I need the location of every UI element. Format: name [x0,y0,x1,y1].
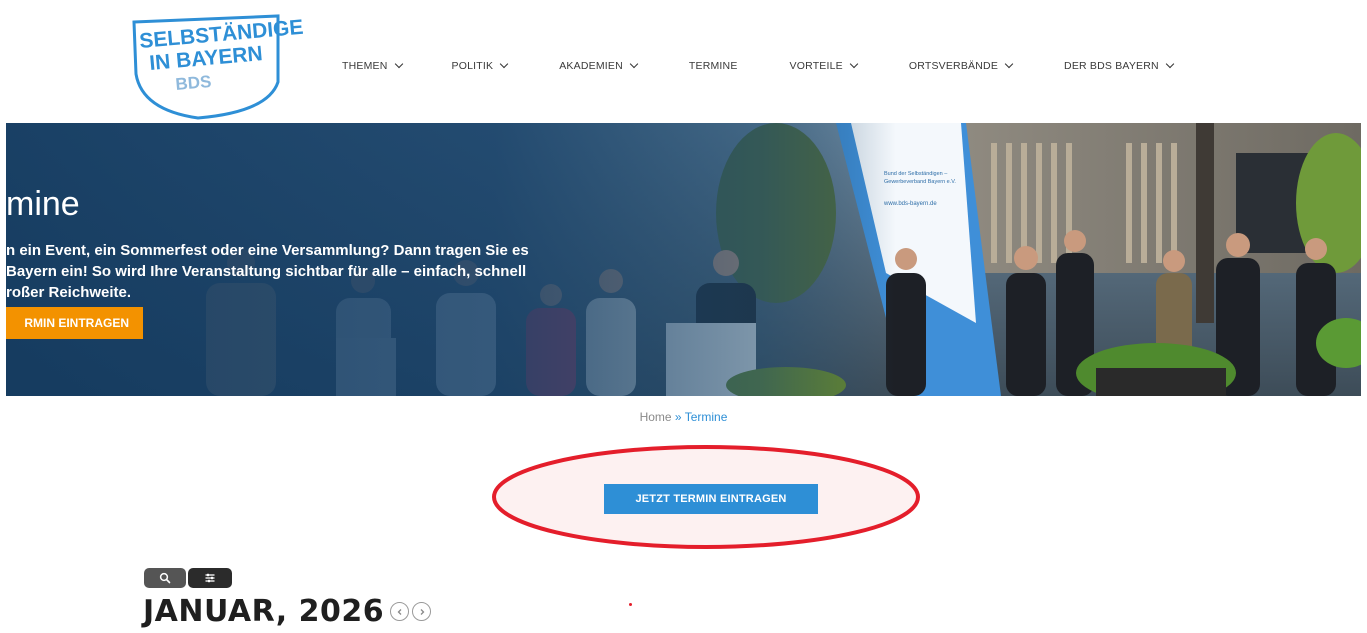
chevron-down-icon [1004,59,1014,69]
bds-logo[interactable]: SELBSTÄNDIGE IN BAYERN BDS [128,12,308,120]
chevron-down-icon [1165,59,1175,69]
search-button[interactable] [144,568,186,588]
jetzt-termin-eintragen-button[interactable]: JETZT TERMIN EINTRAGEN [604,484,818,514]
hero-text-line: roßer Reichweite. [6,284,132,301]
hero-text-line: n ein Event, ein Sommerfest oder eine Ve… [6,242,529,259]
nav-item-themen[interactable]: THEMEN [342,59,403,72]
nav-item-politik[interactable]: POLITIK [451,59,509,72]
site-header: SELBSTÄNDIGE IN BAYERN BDS THEMEN POLITI… [0,0,1367,122]
month-title: JANUAR, 2026 [143,594,385,629]
hero-description: n ein Event, ein Sommerfest oder eine Ve… [6,240,606,303]
chevron-down-icon [394,59,403,69]
chevron-left-icon [397,608,402,615]
nav-item-label: THEMEN [342,60,388,72]
nav-item-label: AKADEMIEN [559,60,623,72]
chevron-right-icon [420,608,425,615]
calendar-toolbar [144,568,232,588]
main-nav: THEMEN POLITIK AKADEMIEN TERMINE VORTEIL… [330,54,1175,78]
cta-highlight: JETZT TERMIN EINTRAGEN [490,444,922,550]
red-marker-dot [629,603,632,606]
hero-text-line: Bayern ein! So wird Ihre Veranstaltung s… [6,263,527,280]
hero-title: mine [6,185,80,223]
nav-item-label: POLITIK [451,60,494,72]
nav-item-vorteile[interactable]: VORTEILE [789,59,859,72]
nav-item-label: ORTSVERBÄNDE [908,60,999,72]
breadcrumb-home-link[interactable]: Home [640,410,672,424]
filter-button[interactable] [188,568,232,588]
previous-month-button[interactable] [390,602,410,621]
chevron-down-icon [849,59,859,69]
sliders-icon [205,573,215,583]
breadcrumb: Home » Termine [0,410,1367,424]
nav-item-akademien[interactable]: AKADEMIEN [559,59,639,72]
breadcrumb-separator: » [671,410,685,424]
logo-line-3: BDS [175,72,212,94]
next-month-button[interactable] [412,602,432,621]
nav-item-der-bds-bayern[interactable]: DER BDS BAYERN [1064,59,1175,72]
chevron-down-icon [499,59,509,69]
chevron-down-icon [629,59,639,69]
nav-item-termine[interactable]: TERMINE [689,60,738,72]
nav-item-label: DER BDS BAYERN [1064,60,1159,72]
nav-item-label: TERMINE [688,60,738,72]
nav-item-ortsverbaende[interactable]: ORTSVERBÄNDE [908,59,1014,72]
month-navigation: JANUAR, 2026 [143,594,432,629]
breadcrumb-current: Termine [684,410,728,424]
termin-eintragen-button[interactable]: RMIN EINTRAGEN [6,307,143,339]
hero-banner: Bund der Selbständigen – Gewerbeverband … [6,123,1361,396]
search-icon [159,572,171,584]
nav-item-label: VORTEILE [789,60,843,72]
